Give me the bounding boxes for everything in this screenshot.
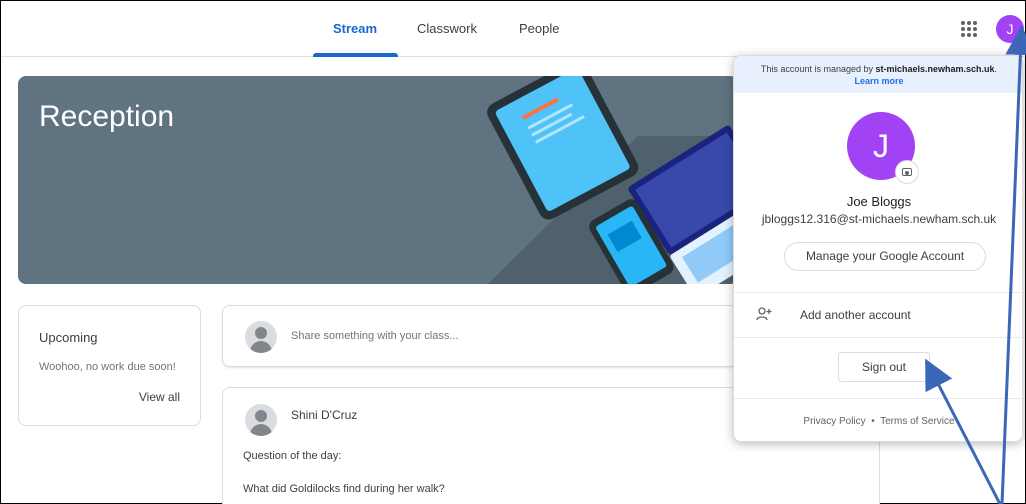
- add-account-button[interactable]: Add another account: [734, 293, 1022, 337]
- default-avatar-icon: [245, 321, 277, 353]
- view-all-link[interactable]: View all: [139, 390, 180, 404]
- account-name: Joe Bloggs: [846, 194, 912, 209]
- add-account-label: Add another account: [800, 308, 911, 322]
- upcoming-status: Woohoo, no work due soon!: [39, 361, 176, 373]
- managed-domain: st-michaels.newham.sch.uk: [875, 64, 995, 74]
- footer-separator: •: [871, 416, 875, 427]
- manage-account-button[interactable]: Manage your Google Account: [784, 242, 986, 271]
- camera-icon[interactable]: [895, 160, 919, 184]
- account-popup: This account is managed by st-michaels.n…: [733, 55, 1023, 442]
- active-tab-indicator: [313, 53, 398, 57]
- banner-illustration: [487, 76, 738, 284]
- managed-prefix: This account is managed by: [760, 64, 873, 74]
- terms-of-service-link[interactable]: Terms of Service: [880, 416, 954, 427]
- popup-footer: Privacy Policy • Terms of Service: [734, 416, 1022, 427]
- upcoming-title: Upcoming: [39, 330, 98, 345]
- account-email: jbloggs12.316@st-michaels.newham.sch.uk: [761, 212, 997, 226]
- tab-people[interactable]: People: [519, 21, 559, 36]
- default-avatar-icon: [245, 404, 277, 436]
- post-author: Shini D'Cruz: [291, 408, 358, 422]
- tab-stream[interactable]: Stream: [333, 21, 377, 36]
- post-text: What did Goldilocks find during her walk…: [243, 483, 445, 495]
- managed-notice: This account is managed by st-michaels.n…: [734, 56, 1022, 93]
- sign-out-button[interactable]: Sign out: [838, 352, 930, 382]
- learn-more-link[interactable]: Learn more: [734, 75, 1022, 87]
- apps-grid-icon[interactable]: [959, 19, 979, 39]
- post-text: Question of the day:: [243, 450, 342, 462]
- account-avatar-button[interactable]: J: [996, 15, 1024, 43]
- tab-classwork[interactable]: Classwork: [417, 21, 477, 36]
- share-placeholder[interactable]: Share something with your class...: [291, 330, 459, 342]
- divider: [734, 337, 1022, 338]
- top-bar: Stream Classwork People J: [1, 1, 1025, 57]
- class-banner: Reception: [18, 76, 738, 284]
- privacy-policy-link[interactable]: Privacy Policy: [803, 416, 865, 427]
- share-box[interactable]: Share something with your class...: [222, 305, 738, 367]
- add-person-icon: [756, 307, 772, 321]
- upcoming-card: Upcoming Woohoo, no work due soon! View …: [18, 305, 201, 426]
- managed-suffix: .: [994, 64, 998, 74]
- divider: [734, 398, 1022, 399]
